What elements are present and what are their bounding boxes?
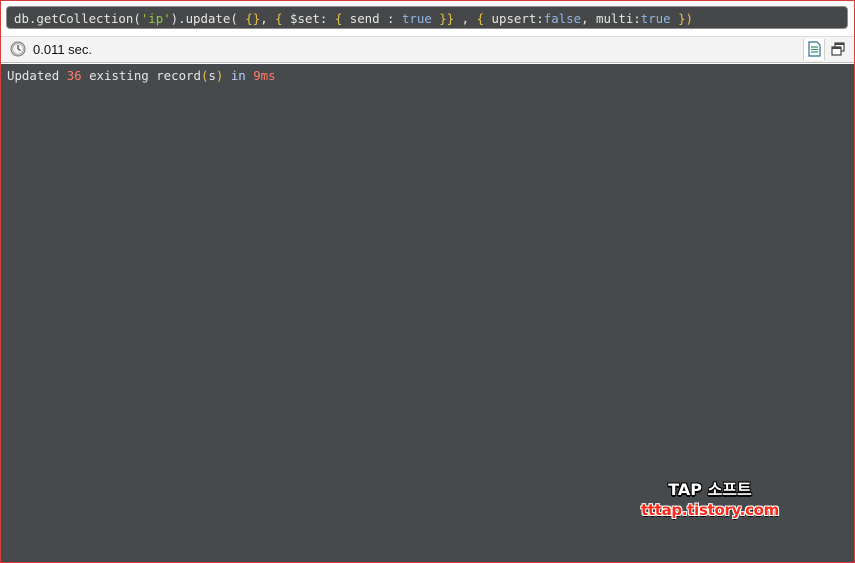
- query-token-plain: ,: [260, 11, 276, 26]
- query-token-bool: true: [401, 11, 432, 26]
- query-token-str: 'ip': [140, 11, 171, 26]
- result-message: Updated 36 existing record(s) in 9ms: [7, 68, 276, 84]
- watermark: TAP 소프트 tttap.tistory.com: [636, 480, 784, 520]
- query-token-brace: }}: [439, 11, 455, 26]
- status-bar: 0.011 sec.: [1, 36, 854, 63]
- popout-button[interactable]: [827, 39, 849, 60]
- query-token-key: upsert:: [484, 11, 544, 26]
- query-token-brace: {: [275, 11, 283, 26]
- query-token-key: $set:: [282, 11, 335, 26]
- query-token-plain: [671, 11, 678, 26]
- plural-letter: s: [208, 68, 216, 83]
- in-word: in: [223, 68, 254, 83]
- result-prefix: Updated: [7, 68, 67, 83]
- popout-icon: [831, 42, 845, 56]
- results-panel: Updated 36 existing record(s) in 9ms TAP…: [1, 64, 854, 562]
- query-token-bool: true: [640, 11, 671, 26]
- query-editor[interactable]: db.getCollection('ip').update( {}, { $se…: [6, 6, 848, 29]
- query-token-brace: }): [678, 11, 693, 26]
- clock-icon: [10, 41, 26, 57]
- elapsed-time: 0.011 sec.: [33, 42, 93, 57]
- watermark-title: TAP 소프트: [668, 480, 752, 499]
- query-token-key: , multi:: [581, 11, 641, 26]
- query-token-plain: ,: [454, 11, 477, 26]
- watermark-url: tttap.tistory.com: [640, 501, 779, 519]
- query-token-brace: {: [476, 11, 485, 26]
- document-icon: [808, 41, 821, 57]
- query-token-plain: ).update(: [170, 11, 246, 26]
- updated-count: 36: [66, 68, 82, 83]
- text-view-button[interactable]: [803, 39, 825, 60]
- query-token-brace: {}: [245, 11, 261, 26]
- query-token-key: send :: [342, 11, 402, 26]
- query-token-bool: false: [543, 11, 582, 26]
- execution-time: 9ms: [253, 68, 276, 83]
- query-token-plain: db.getCollection(: [14, 11, 141, 26]
- result-middle: existing record: [81, 68, 201, 83]
